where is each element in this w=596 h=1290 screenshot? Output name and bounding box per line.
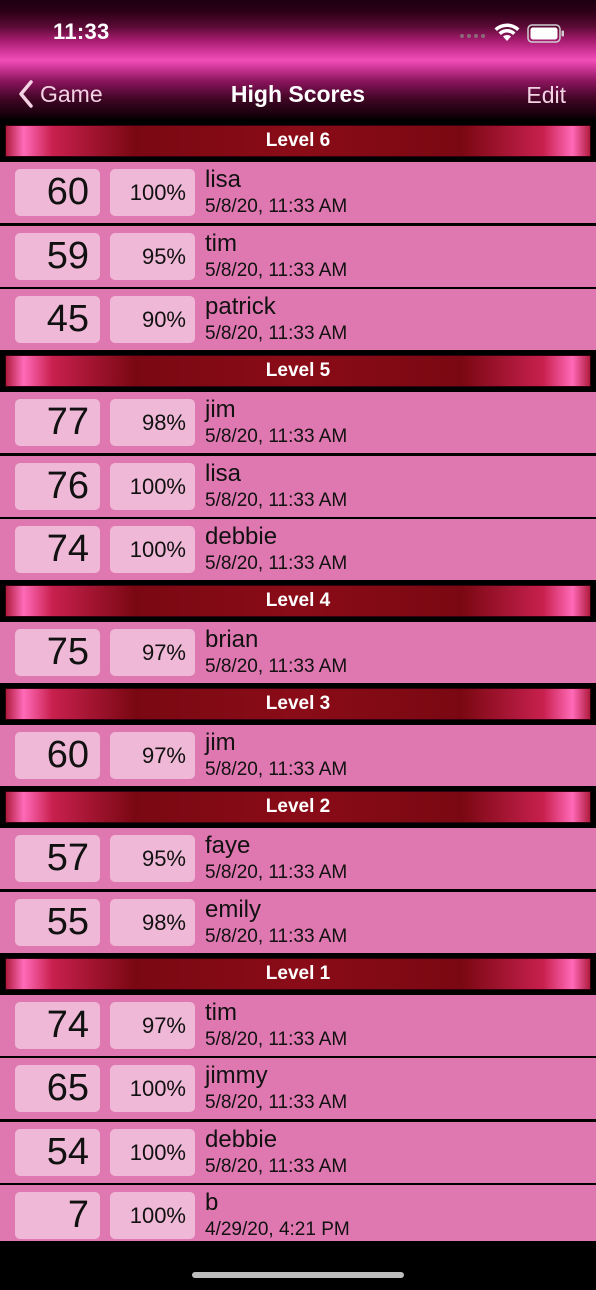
score-row[interactable]: 7 100% b 4/29/20, 4:21 PM [0, 1185, 596, 1241]
score-row[interactable]: 60 100% lisa 5/8/20, 11:33 AM [0, 162, 596, 223]
bottom-safe-area [0, 1241, 596, 1290]
player-name: tim [205, 998, 237, 1026]
player-name: debbie [205, 1125, 278, 1153]
score-row[interactable]: 74 97% tim 5/8/20, 11:33 AM [0, 994, 596, 1056]
score-row[interactable]: 60 97% jim 5/8/20, 11:33 AM [0, 725, 596, 786]
score-row[interactable]: 77 98% jim 5/8/20, 11:33 AM [0, 392, 596, 453]
percent-value: 97% [110, 1001, 195, 1049]
score-date: 5/8/20, 11:33 AM [205, 925, 348, 947]
score-value: 77 [15, 399, 100, 446]
section-header-level-4: Level 4 [0, 580, 596, 622]
score-value: 54 [15, 1128, 100, 1176]
edit-button[interactable]: Edit [526, 82, 566, 109]
percent-value: 90% [110, 296, 195, 343]
percent-value: 100% [110, 1192, 195, 1239]
section-title: Level 3 [5, 688, 591, 720]
section-title: Level 5 [5, 355, 591, 387]
score-value: 60 [15, 169, 100, 216]
cellular-signal-icon [460, 34, 485, 38]
score-date: 5/8/20, 11:33 AM [205, 1155, 348, 1177]
player-name: jimmy [205, 1062, 268, 1089]
score-value: 59 [15, 232, 100, 280]
status-time: 11:33 [53, 19, 110, 44]
score-row[interactable]: 54 100% debbie 5/8/20, 11:33 AM [0, 1121, 596, 1183]
player-name: brian [205, 626, 259, 653]
player-name: jim [205, 396, 236, 423]
score-value: 65 [15, 1065, 100, 1112]
percent-value: 100% [110, 169, 195, 216]
score-row[interactable]: 74 100% debbie 5/8/20, 11:33 AM [0, 519, 596, 580]
score-row[interactable]: 55 98% emily 5/8/20, 11:33 AM [0, 891, 596, 953]
percent-value: 98% [110, 399, 195, 446]
percent-value: 97% [110, 732, 195, 779]
score-date: 5/8/20, 11:33 AM [205, 1028, 348, 1050]
score-value: 74 [15, 526, 100, 573]
score-date: 5/8/20, 11:33 AM [205, 489, 348, 511]
score-date: 5/8/20, 11:33 AM [205, 1092, 348, 1113]
score-row[interactable]: 75 97% brian 5/8/20, 11:33 AM [0, 622, 596, 683]
score-value: 55 [15, 898, 100, 946]
percent-value: 100% [110, 1065, 195, 1112]
score-row[interactable]: 65 100% jimmy 5/8/20, 11:33 AM [0, 1058, 596, 1119]
player-name: debbie [205, 523, 278, 550]
score-date: 5/8/20, 11:33 AM [205, 656, 348, 677]
player-name: emily [205, 895, 262, 923]
percent-value: 97% [110, 629, 195, 676]
percent-value: 100% [110, 526, 195, 573]
score-row[interactable]: 76 100% lisa 5/8/20, 11:33 AM [0, 455, 596, 517]
section-header-level-1: Level 1 [0, 952, 596, 995]
percent-value: 95% [110, 232, 195, 280]
player-name: faye [205, 832, 251, 859]
score-value: 74 [15, 1001, 100, 1049]
section-title: Level 2 [5, 791, 591, 823]
player-name: patrick [205, 293, 276, 320]
score-date: 5/8/20, 11:33 AM [205, 323, 348, 344]
section-title: Level 1 [5, 957, 591, 990]
score-date: 5/8/20, 11:33 AM [205, 759, 348, 780]
battery-icon [527, 24, 564, 43]
score-date: 5/8/20, 11:33 AM [205, 426, 348, 447]
percent-value: 100% [110, 462, 195, 510]
chevron-left-icon [19, 80, 33, 108]
player-name: b [205, 1189, 219, 1216]
section-header-level-3: Level 3 [0, 683, 596, 725]
percent-value: 100% [110, 1128, 195, 1176]
player-name: jim [205, 729, 236, 756]
player-name: lisa [205, 166, 242, 193]
section-header-level-6: Level 6 [0, 120, 596, 162]
score-value: 45 [15, 296, 100, 343]
score-value: 7 [15, 1192, 100, 1239]
home-indicator[interactable] [192, 1272, 404, 1278]
top-bar: 11:33 Game High Scores Edit [0, 0, 596, 120]
high-scores-list[interactable]: Level 6 60 100% lisa 5/8/20, 11:33 AM 59… [0, 120, 596, 1241]
section-header-level-5: Level 5 [0, 350, 596, 392]
back-button[interactable]: Game [18, 80, 103, 108]
score-date: 5/8/20, 11:33 AM [205, 259, 348, 281]
percent-value: 95% [110, 835, 195, 882]
score-value: 76 [15, 462, 100, 510]
section-title: Level 6 [5, 125, 591, 157]
score-value: 57 [15, 835, 100, 882]
score-value: 75 [15, 629, 100, 676]
score-date: 4/29/20, 4:21 PM [205, 1219, 350, 1240]
score-date: 5/8/20, 11:33 AM [205, 196, 348, 217]
score-date: 5/8/20, 11:33 AM [205, 862, 348, 883]
score-value: 60 [15, 732, 100, 779]
player-name: lisa [205, 459, 242, 487]
score-date: 5/8/20, 11:33 AM [205, 553, 348, 574]
score-row[interactable]: 45 90% patrick 5/8/20, 11:33 AM [0, 289, 596, 350]
score-row[interactable]: 57 95% faye 5/8/20, 11:33 AM [0, 828, 596, 889]
percent-value: 98% [110, 898, 195, 946]
section-header-level-2: Level 2 [0, 786, 596, 828]
wifi-icon [494, 23, 520, 41]
section-title: Level 4 [5, 585, 591, 617]
player-name: tim [205, 229, 237, 257]
back-button-label: Game [40, 80, 103, 107]
score-row[interactable]: 59 95% tim 5/8/20, 11:33 AM [0, 225, 596, 287]
